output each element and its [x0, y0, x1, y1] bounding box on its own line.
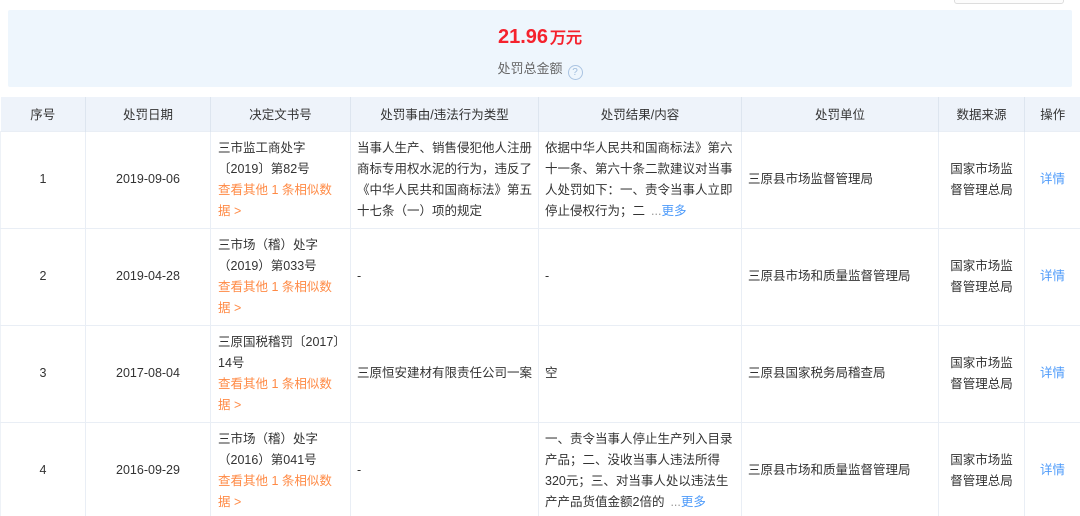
penalty-date: 2019-04-28 [86, 228, 211, 325]
row-index: 1 [1, 131, 86, 228]
action-cell: 详情 [1025, 325, 1080, 422]
penalty-unit: 三原县市场监督管理局 [742, 131, 939, 228]
doc-number: 三市场（稽）处字（2019）第033号 [218, 238, 318, 273]
similar-data-link[interactable]: 查看其他 1 条相似数据 > [218, 374, 344, 416]
penalty-date: 2017-08-04 [86, 325, 211, 422]
doc-number-cell: 三原国税稽罚〔2017〕14号查看其他 1 条相似数据 > [211, 325, 351, 422]
detail-link[interactable]: 详情 [1040, 463, 1065, 477]
penalty-result-cell: 空 [539, 325, 742, 422]
detail-link[interactable]: 详情 [1040, 269, 1065, 283]
doc-number-cell: 三市监工商处字〔2019〕第82号查看其他 1 条相似数据 > [211, 131, 351, 228]
column-header-7: 数据来源 [939, 97, 1025, 131]
doc-number-cell: 三市场（稽）处字（2016）第041号查看其他 1 条相似数据 > [211, 422, 351, 516]
penalty-unit: 三原县市场和质量监督管理局 [742, 422, 939, 516]
table-header: 序号处罚日期决定文书号处罚事由/违法行为类型处罚结果/内容处罚单位数据来源操作 [1, 97, 1080, 131]
column-header-4: 处罚事由/违法行为类型 [351, 97, 539, 131]
doc-number: 三原国税稽罚〔2017〕14号 [218, 335, 340, 370]
penalty-unit: 三原县国家税务局稽查局 [742, 325, 939, 422]
data-source: 国家市场监督管理总局 [939, 131, 1025, 228]
similar-data-link[interactable]: 查看其他 1 条相似数据 > [218, 180, 344, 222]
column-header-5: 处罚结果/内容 [539, 97, 742, 131]
more-link[interactable]: 更多 [661, 204, 686, 218]
column-header-2: 处罚日期 [86, 97, 211, 131]
table-row: 22019-04-28三市场（稽）处字（2019）第033号查看其他 1 条相似… [1, 228, 1080, 325]
amount-value: 21.96 [498, 26, 548, 48]
action-cell: 详情 [1025, 422, 1080, 516]
penalty-result-cell: 依据中华人民共和国商标法》第六十一条、第六十条二款建议对当事人处罚如下：一、责令… [539, 131, 742, 228]
action-cell: 详情 [1025, 228, 1080, 325]
question-circle-icon[interactable]: ? [568, 65, 583, 80]
penalty-unit: 三原县市场和质量监督管理局 [742, 228, 939, 325]
truncation-ellipsis: ... [670, 495, 680, 509]
table-row: 32017-08-04三原国税稽罚〔2017〕14号查看其他 1 条相似数据 >… [1, 325, 1080, 422]
detail-link[interactable]: 详情 [1040, 366, 1065, 380]
detail-link[interactable]: 详情 [1040, 172, 1065, 186]
amount-unit: 万元 [550, 30, 582, 47]
action-cell: 详情 [1025, 131, 1080, 228]
penalty-total-label: 处罚总金额? [8, 58, 1072, 80]
penalty-total-amount: 21.96万元 [8, 25, 1072, 51]
row-index: 3 [1, 325, 86, 422]
penalty-summary-box: 21.96万元 处罚总金额? [8, 10, 1072, 87]
table-row: 42016-09-29三市场（稽）处字（2016）第041号查看其他 1 条相似… [1, 422, 1080, 516]
penalty-date: 2019-09-06 [86, 131, 211, 228]
penalty-page: 21.96万元 处罚总金额? 序号处罚日期决定文书号处罚事由/违法行为类型处罚结… [0, 0, 1080, 516]
penalty-result-cell: - [539, 228, 742, 325]
doc-number: 三市监工商处字〔2019〕第82号 [218, 141, 310, 176]
data-source: 国家市场监督管理总局 [939, 325, 1025, 422]
penalty-reason: - [351, 422, 539, 516]
penalty-date: 2016-09-29 [86, 422, 211, 516]
column-header-8: 操作 [1025, 97, 1080, 131]
truncation-ellipsis: ... [651, 204, 661, 218]
penalty-result-cell: 一、责令当事人停止生产列入目录产品；二、没收当事人违法所得320元；三、对当事人… [539, 422, 742, 516]
penalty-reason: - [351, 228, 539, 325]
column-header-3: 决定文书号 [211, 97, 351, 131]
penalty-result-text: 依据中华人民共和国商标法》第六十一条、第六十条二款建议对当事人处罚如下：一、责令… [545, 141, 733, 218]
column-header-1: 序号 [1, 97, 86, 131]
more-link[interactable]: 更多 [681, 495, 706, 509]
partial-button[interactable] [954, 0, 1064, 4]
column-header-6: 处罚单位 [742, 97, 939, 131]
penalty-result-text: 空 [545, 366, 558, 380]
table-row: 12019-09-06三市监工商处字〔2019〕第82号查看其他 1 条相似数据… [1, 131, 1080, 228]
similar-data-link[interactable]: 查看其他 1 条相似数据 > [218, 277, 344, 319]
similar-data-link[interactable]: 查看其他 1 条相似数据 > [218, 471, 344, 513]
penalty-reason: 三原恒安建材有限责任公司一案 [351, 325, 539, 422]
doc-number-cell: 三市场（稽）处字（2019）第033号查看其他 1 条相似数据 > [211, 228, 351, 325]
doc-number: 三市场（稽）处字（2016）第041号 [218, 432, 318, 467]
row-index: 4 [1, 422, 86, 516]
data-source: 国家市场监督管理总局 [939, 228, 1025, 325]
data-source: 国家市场监督管理总局 [939, 422, 1025, 516]
penalty-result-text: - [545, 269, 549, 283]
penalty-reason: 当事人生产、销售侵犯他人注册商标专用权水泥的行为，违反了《中华人民共和国商标法》… [351, 131, 539, 228]
row-index: 2 [1, 228, 86, 325]
penalty-table: 序号处罚日期决定文书号处罚事由/违法行为类型处罚结果/内容处罚单位数据来源操作 … [0, 97, 1080, 516]
